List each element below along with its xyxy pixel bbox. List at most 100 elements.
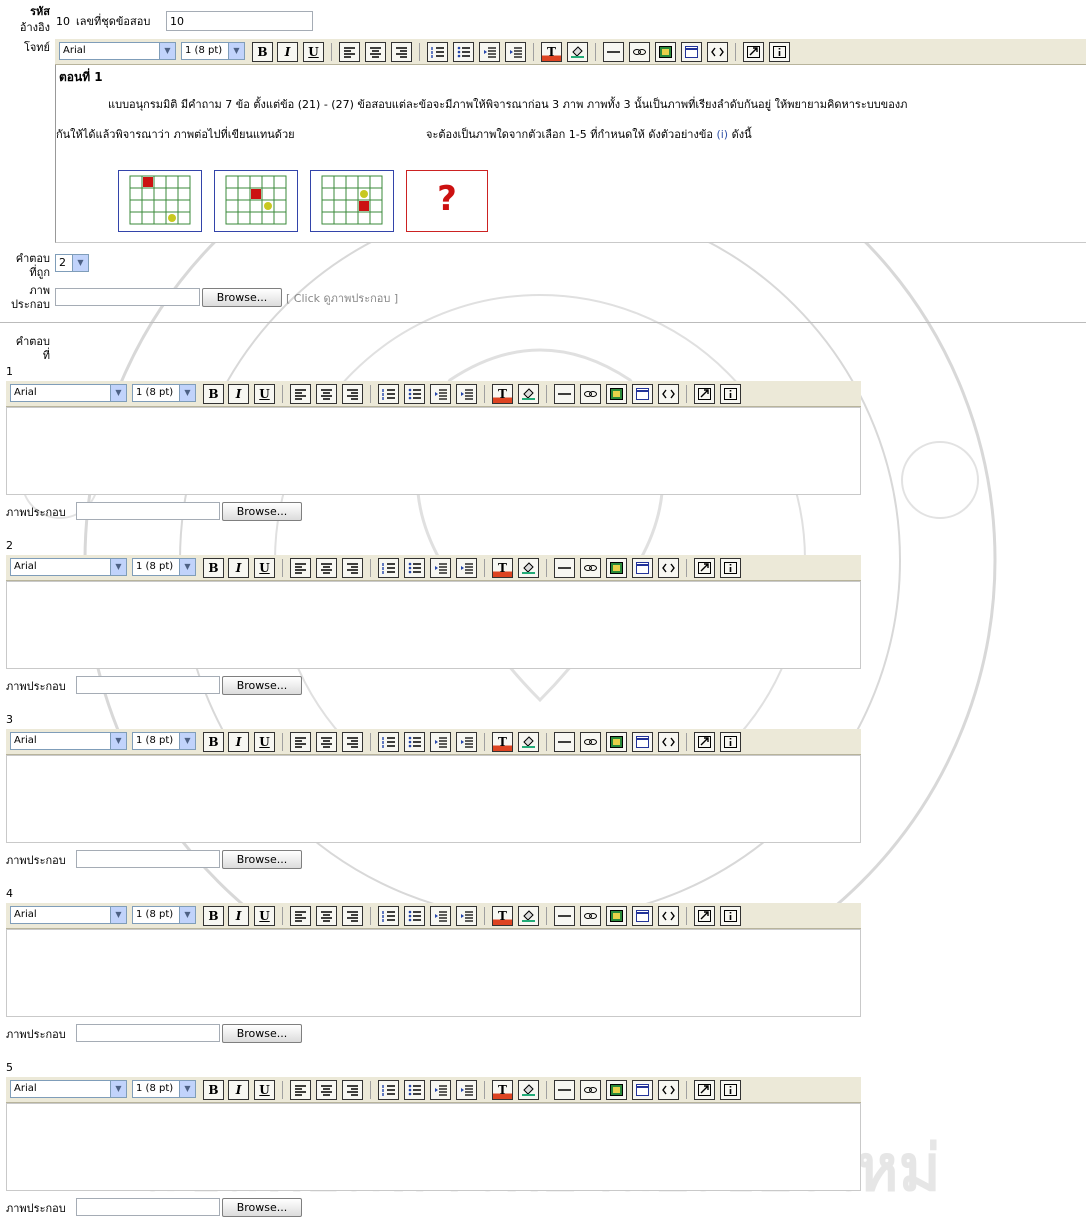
unordered-list-button[interactable]	[404, 1080, 425, 1100]
popup-editor-button[interactable]	[743, 42, 764, 62]
bold-button[interactable]: B	[203, 1080, 224, 1100]
align-right-button[interactable]	[342, 558, 363, 578]
answer-editor[interactable]	[6, 929, 861, 1017]
text-color-button[interactable]: T	[492, 558, 513, 578]
info-button[interactable]	[720, 732, 741, 752]
font-select[interactable]: Arial ▼	[10, 906, 127, 924]
info-button[interactable]	[720, 906, 741, 926]
align-center-button[interactable]	[316, 732, 337, 752]
horizontal-rule-button[interactable]	[603, 42, 624, 62]
underline-button[interactable]: U	[254, 558, 275, 578]
unordered-list-button[interactable]	[404, 558, 425, 578]
horizontal-rule-button[interactable]	[554, 384, 575, 404]
ordered-list-button[interactable]	[378, 558, 399, 578]
highlight-color-button[interactable]	[518, 1080, 539, 1100]
align-right-button[interactable]	[391, 42, 412, 62]
answer-editor[interactable]	[6, 1103, 861, 1191]
text-color-button[interactable]: T	[492, 1080, 513, 1100]
outdent-button[interactable]	[430, 732, 451, 752]
align-center-button[interactable]	[316, 384, 337, 404]
insert-link-button[interactable]	[580, 1080, 601, 1100]
font-select[interactable]: Arial ▼	[10, 1080, 127, 1098]
info-button[interactable]	[720, 558, 741, 578]
font-select[interactable]: Arial ▼	[10, 732, 127, 750]
horizontal-rule-button[interactable]	[554, 732, 575, 752]
insert-image-button[interactable]	[606, 732, 627, 752]
bold-button[interactable]: B	[252, 42, 273, 62]
html-source-button[interactable]	[658, 558, 679, 578]
html-source-button[interactable]	[658, 906, 679, 926]
unordered-list-button[interactable]	[453, 42, 474, 62]
answer-image-file-input[interactable]	[76, 676, 220, 694]
highlight-color-button[interactable]	[567, 42, 588, 62]
insert-table-button[interactable]	[632, 732, 653, 752]
insert-image-button[interactable]	[606, 558, 627, 578]
unordered-list-button[interactable]	[404, 732, 425, 752]
answer-editor[interactable]	[6, 755, 861, 843]
italic-button[interactable]: I	[228, 732, 249, 752]
popup-editor-button[interactable]	[694, 732, 715, 752]
italic-button[interactable]: I	[228, 558, 249, 578]
insert-image-button[interactable]	[606, 1080, 627, 1100]
unordered-list-button[interactable]	[404, 906, 425, 926]
underline-button[interactable]: U	[254, 732, 275, 752]
image-browse-button[interactable]: Browse...	[202, 288, 282, 307]
insert-link-button[interactable]	[580, 732, 601, 752]
size-select[interactable]: 1 (8 pt) ▼	[132, 732, 196, 750]
answer-image-browse-button[interactable]: Browse...	[222, 676, 302, 695]
ordered-list-button[interactable]	[378, 1080, 399, 1100]
horizontal-rule-button[interactable]	[554, 558, 575, 578]
align-right-button[interactable]	[342, 906, 363, 926]
font-select[interactable]: Arial ▼	[10, 558, 127, 576]
align-center-button[interactable]	[365, 42, 386, 62]
answer-image-browse-button[interactable]: Browse...	[222, 502, 302, 521]
bold-button[interactable]: B	[203, 558, 224, 578]
answer-editor[interactable]	[6, 581, 861, 669]
size-select[interactable]: 1 (8 pt) ▼	[132, 558, 196, 576]
unordered-list-button[interactable]	[404, 384, 425, 404]
text-color-button[interactable]: T	[492, 384, 513, 404]
insert-image-button[interactable]	[606, 906, 627, 926]
align-right-button[interactable]	[342, 732, 363, 752]
text-color-button[interactable]: T	[492, 906, 513, 926]
align-left-button[interactable]	[290, 1080, 311, 1100]
text-color-button[interactable]: T	[492, 732, 513, 752]
align-center-button[interactable]	[316, 558, 337, 578]
align-right-button[interactable]	[342, 1080, 363, 1100]
indent-button[interactable]	[456, 906, 477, 926]
set-number-input[interactable]	[166, 11, 313, 31]
indent-button[interactable]	[505, 42, 526, 62]
underline-button[interactable]: U	[303, 42, 324, 62]
ordered-list-button[interactable]	[378, 906, 399, 926]
answer-image-file-input[interactable]	[76, 850, 220, 868]
outdent-button[interactable]	[430, 558, 451, 578]
size-select[interactable]: 1 (8 pt) ▼	[181, 42, 245, 60]
italic-button[interactable]: I	[228, 906, 249, 926]
html-source-button[interactable]	[658, 732, 679, 752]
underline-button[interactable]: U	[254, 1080, 275, 1100]
answer-editor[interactable]	[6, 407, 861, 495]
answer-image-browse-button[interactable]: Browse...	[222, 1198, 302, 1217]
info-button[interactable]	[720, 384, 741, 404]
view-image-link[interactable]: [ Click ดูภาพประกอบ ]	[286, 293, 398, 305]
text-color-button[interactable]: T	[541, 42, 562, 62]
info-button[interactable]	[769, 42, 790, 62]
info-button[interactable]	[720, 1080, 741, 1100]
answer-image-file-input[interactable]	[76, 1024, 220, 1042]
size-select[interactable]: 1 (8 pt) ▼	[132, 906, 196, 924]
align-left-button[interactable]	[339, 42, 360, 62]
insert-link-button[interactable]	[580, 906, 601, 926]
align-left-button[interactable]	[290, 906, 311, 926]
image-file-input[interactable]	[55, 288, 200, 306]
align-center-button[interactable]	[316, 906, 337, 926]
ordered-list-button[interactable]	[378, 384, 399, 404]
ordered-list-button[interactable]	[378, 732, 399, 752]
font-select[interactable]: Arial ▼	[59, 42, 176, 60]
size-select[interactable]: 1 (8 pt) ▼	[132, 384, 196, 402]
align-left-button[interactable]	[290, 384, 311, 404]
bold-button[interactable]: B	[203, 384, 224, 404]
italic-button[interactable]: I	[228, 384, 249, 404]
outdent-button[interactable]	[479, 42, 500, 62]
insert-link-button[interactable]	[629, 42, 650, 62]
insert-table-button[interactable]	[632, 906, 653, 926]
